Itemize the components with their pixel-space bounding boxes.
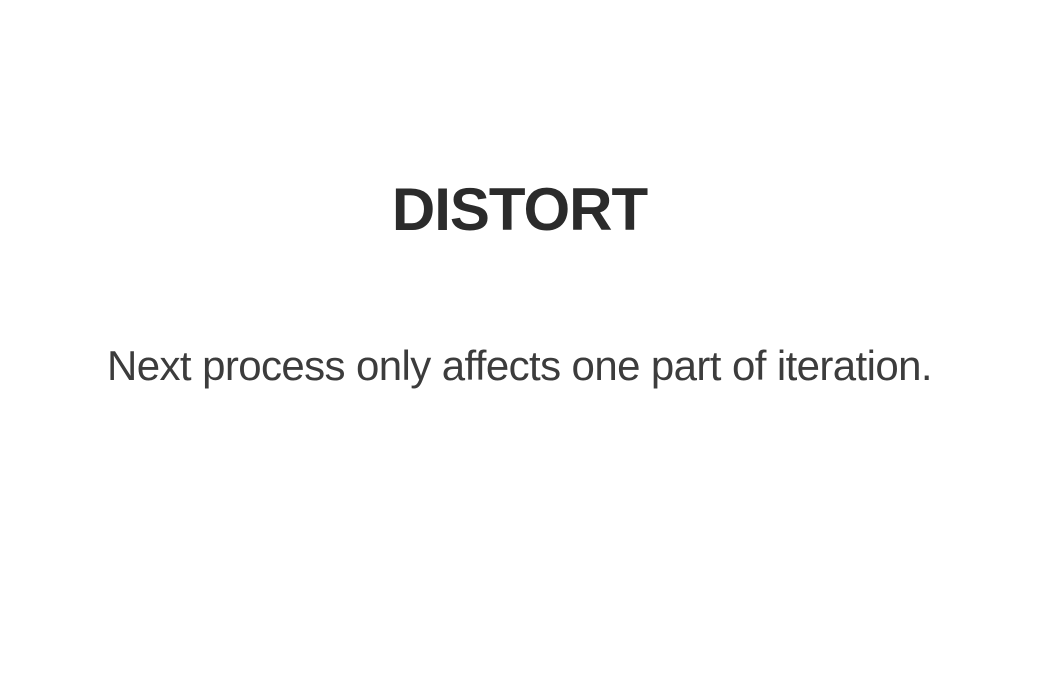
slide-title: DISTORT — [391, 176, 648, 243]
slide: DISTORT Next process only affects one pa… — [0, 0, 1039, 697]
slide-subtitle: Next process only affects one part of it… — [107, 342, 932, 389]
